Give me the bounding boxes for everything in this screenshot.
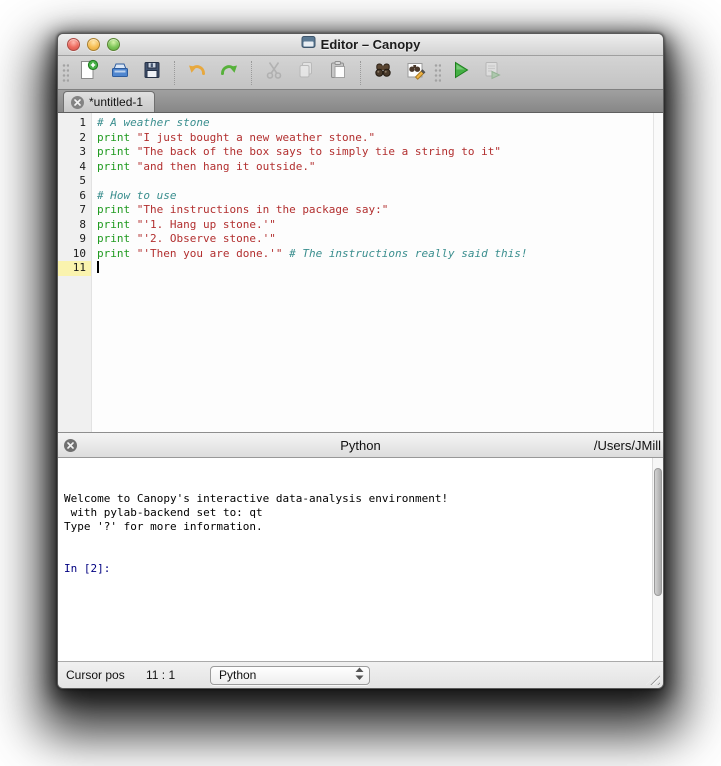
console-output-line: with pylab-backend set to: qt xyxy=(64,506,263,519)
code-line[interactable] xyxy=(97,174,663,189)
toolbar-separator xyxy=(360,60,361,85)
redo-icon xyxy=(218,59,240,86)
popup-stepper-icon xyxy=(355,667,364,684)
titlebar[interactable]: Editor – Canopy xyxy=(58,34,663,56)
toolbar xyxy=(58,56,663,89)
cut-scissors-icon xyxy=(263,59,285,86)
copy-button[interactable] xyxy=(293,60,319,86)
line-number: 8 xyxy=(79,217,86,231)
toolbar-drag-handle[interactable] xyxy=(62,62,69,83)
cursor-position-label: Cursor pos xyxy=(66,668,125,682)
new-file-icon xyxy=(77,59,99,86)
redo-button[interactable] xyxy=(216,60,242,86)
console-output-line: Type '?' for more information. xyxy=(64,520,263,533)
language-select[interactable]: Python xyxy=(210,665,370,685)
save-file-button[interactable] xyxy=(139,60,165,86)
line-number-gutter: 1 2 3 4 5 6 7 8 9 10 11 xyxy=(58,113,92,432)
tab-label: *untitled-1 xyxy=(89,95,144,109)
text-cursor xyxy=(97,261,99,273)
console-prompt: In [2]: xyxy=(64,562,111,575)
open-file-icon xyxy=(109,59,131,86)
toolbar-drag-handle[interactable] xyxy=(434,62,441,83)
console-output: Welcome to Canopy's interactive data-ana… xyxy=(64,492,647,576)
undo-button[interactable] xyxy=(184,60,210,86)
code-line[interactable]: # A weather stone xyxy=(97,116,663,131)
tab-bar: *untitled-1 xyxy=(58,89,663,113)
find-button[interactable] xyxy=(370,60,396,86)
console-panel-header[interactable]: Python /Users/JMill xyxy=(58,433,663,458)
run-button[interactable] xyxy=(447,60,473,86)
open-file-button[interactable] xyxy=(107,60,133,86)
line-number: 2 xyxy=(79,130,86,144)
console-close-icon[interactable] xyxy=(64,439,77,452)
paste-clipboard-icon xyxy=(327,59,349,86)
code-line[interactable]: print "'1. Hang up stone.'" xyxy=(97,218,663,233)
code-line[interactable]: print "The back of the box says to simpl… xyxy=(97,145,663,160)
run-selection-icon xyxy=(481,59,503,86)
paste-button[interactable] xyxy=(325,60,351,86)
run-selection-button[interactable] xyxy=(479,60,505,86)
line-number: 11 xyxy=(58,261,91,276)
code-lines[interactable]: # A weather stone print "I just bought a … xyxy=(92,113,663,432)
console-scrollbar-thumb[interactable] xyxy=(654,468,662,596)
code-line[interactable]: print "I just bought a new weather stone… xyxy=(97,131,663,146)
cut-button[interactable] xyxy=(261,60,287,86)
console-output-line: Welcome to Canopy's interactive data-ana… xyxy=(64,492,449,505)
code-line[interactable]: print "The instructions in the package s… xyxy=(97,203,663,218)
console-working-directory: /Users/JMill xyxy=(593,438,661,453)
line-number: 6 xyxy=(79,188,86,202)
tab-close-icon[interactable] xyxy=(71,95,84,109)
line-number: 9 xyxy=(79,232,86,245)
window-proxy-icon xyxy=(301,35,316,54)
find-replace-button[interactable] xyxy=(402,60,428,86)
python-console[interactable]: Welcome to Canopy's interactive data-ana… xyxy=(58,458,663,661)
code-editor[interactable]: 1 2 3 4 5 6 7 8 9 10 11 # A weather stone print "I … xyxy=(58,113,663,433)
find-binoculars-icon xyxy=(372,59,394,86)
line-number: 4 xyxy=(79,159,86,173)
code-line[interactable]: print "and then hang it outside." xyxy=(97,160,663,175)
console-scrollbar[interactable] xyxy=(652,458,663,661)
minimize-window-button[interactable] xyxy=(87,38,100,51)
line-number: 10 xyxy=(72,246,86,260)
window-resize-grip[interactable] xyxy=(646,671,660,685)
language-select-value: Python xyxy=(219,668,257,682)
new-file-button[interactable] xyxy=(75,59,101,86)
line-number: 5 xyxy=(79,174,86,187)
toolbar-separator xyxy=(251,60,252,85)
save-file-icon xyxy=(141,59,163,86)
code-line[interactable]: print "'Then you are done.'" # The instr… xyxy=(97,247,663,262)
tab-untitled-1[interactable]: *untitled-1 xyxy=(63,91,156,112)
code-line[interactable]: print "'2. Observe stone.'" xyxy=(97,232,663,247)
find-replace-icon xyxy=(404,59,426,86)
traffic-lights xyxy=(67,38,120,51)
editor-scrollbar[interactable] xyxy=(653,113,663,432)
run-play-icon xyxy=(449,59,471,86)
console-panel-title: Python xyxy=(340,437,381,453)
status-bar: Cursor pos 11 : 1 Python xyxy=(58,661,663,688)
line-number: 3 xyxy=(79,145,86,158)
code-line[interactable] xyxy=(97,261,663,276)
undo-icon xyxy=(186,59,208,86)
close-window-button[interactable] xyxy=(67,38,80,51)
copy-icon xyxy=(295,59,317,86)
line-number: 1 xyxy=(79,116,86,129)
toolbar-separator xyxy=(174,60,175,85)
code-line[interactable]: # How to use xyxy=(97,189,663,204)
zoom-window-button[interactable] xyxy=(107,38,120,51)
window-title: Editor – Canopy xyxy=(320,37,421,52)
line-number: 7 xyxy=(79,203,86,216)
cursor-position-value: 11 : 1 xyxy=(146,668,176,682)
editor-window: Editor – Canopy *untitled-1 1 2 3 4 5 6 … xyxy=(57,33,664,689)
